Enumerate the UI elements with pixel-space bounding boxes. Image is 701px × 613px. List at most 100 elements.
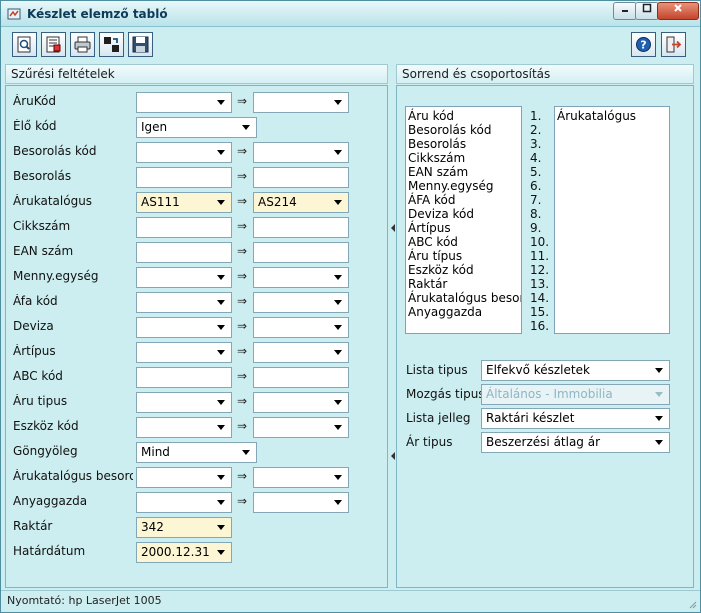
filter-afa-kod-to[interactable] [253, 292, 349, 313]
filter-cikkszam-from[interactable] [136, 217, 232, 238]
filter-abc-kod-to[interactable] [253, 367, 349, 388]
filter-menny-egyseg-to[interactable] [253, 267, 349, 288]
filter-arukatalogus-to-value: AS214 [258, 195, 297, 209]
available-field-item[interactable]: Árukatalógus besorolás [408, 291, 521, 305]
resize-grip-icon[interactable] [687, 599, 697, 609]
filter-eszkoz-kod-from[interactable] [136, 417, 232, 438]
range-arrow-icon: ⇒ [237, 94, 248, 108]
filter-label-arukatalogus-besorolas: Árukatalógus besorolás [13, 469, 133, 483]
title-bar[interactable]: Készlet elemző tabló [1, 1, 700, 27]
available-field-item[interactable]: Eszköz kód [408, 263, 519, 277]
chevron-down-icon [655, 392, 663, 397]
minimize-button[interactable] [613, 2, 637, 20]
filter-artipus-to[interactable] [253, 342, 349, 363]
filter-menny-egyseg-from[interactable] [136, 267, 232, 288]
selected-field-item[interactable]: Árukatalógus [557, 109, 667, 123]
filter-label-anyaggazda: Anyaggazda [13, 494, 88, 508]
filter-aru-tipus-to[interactable] [253, 392, 349, 413]
filter-arukod-to[interactable] [253, 92, 349, 113]
preview-button[interactable] [12, 32, 37, 57]
available-field-item[interactable]: ABC kód [408, 235, 519, 249]
maximize-icon [642, 3, 652, 13]
filter-besorolas-from[interactable] [136, 167, 232, 188]
sort-number: 2. [530, 123, 542, 137]
filter-ean-szam-to[interactable] [253, 242, 349, 263]
available-field-item[interactable]: Áru kód [408, 109, 519, 123]
filter-eszkoz-kod-to[interactable] [253, 417, 349, 438]
filter-hatardatum-select[interactable]: 2000.12.31 [136, 542, 232, 563]
filter-abc-kod-from[interactable] [136, 367, 232, 388]
filter-arukatalogus-besorolas-from[interactable] [136, 467, 232, 488]
filter-deviza-from[interactable] [136, 317, 232, 338]
sort-number: 5. [530, 165, 542, 179]
filter-arukatalogus-from-value: AS111 [141, 195, 180, 209]
filter-label-artipus: Ártípus [13, 344, 56, 358]
option-lista-jelleg-value: Raktári készlet [486, 411, 575, 425]
option-mozgas-tipus-select: Általános - Immobilia [481, 384, 670, 405]
filter-besorolas-to[interactable] [253, 167, 349, 188]
range-arrow-icon: ⇒ [237, 369, 248, 383]
filter-besorolas-kod-from[interactable] [136, 142, 232, 163]
filter-label-afa-kod: Áfa kód [13, 294, 58, 308]
filter-cikkszam-to[interactable] [253, 217, 349, 238]
chevron-down-icon [334, 275, 342, 280]
export-button[interactable] [99, 32, 124, 57]
report-settings-button[interactable] [41, 32, 66, 57]
available-field-item[interactable]: Cikkszám [408, 151, 519, 165]
available-field-item[interactable]: Ártípus [408, 221, 519, 235]
selected-fields-list[interactable]: Árukatalógus [554, 106, 670, 334]
filter-anyaggazda-from[interactable] [136, 492, 232, 513]
chevron-down-icon [217, 500, 225, 505]
main-window: Készlet elemző tabló ? Szűrési feltétele… [0, 0, 701, 613]
maximize-button[interactable] [635, 2, 659, 20]
available-field-item[interactable]: Deviza kód [408, 207, 519, 221]
chevron-down-icon [217, 350, 225, 355]
filter-arukatalogus-to[interactable]: AS214 [253, 192, 349, 213]
exit-icon [666, 36, 682, 53]
filter-artipus-from[interactable] [136, 342, 232, 363]
available-field-item[interactable]: Raktár [408, 277, 519, 291]
filter-elo-kod-select[interactable]: Igen [136, 117, 257, 138]
option-label-mozgas-tipus: Mozgás tipus [406, 387, 485, 401]
sort-number: 15. [530, 305, 550, 319]
close-button[interactable] [657, 2, 699, 20]
filter-arukod-from[interactable] [136, 92, 232, 113]
filter-anyaggazda-to[interactable] [253, 492, 349, 513]
available-field-item[interactable]: Áru típus [408, 249, 519, 263]
option-lista-jelleg-select[interactable]: Raktári készlet [481, 408, 670, 429]
available-field-item[interactable]: Anyaggazda [408, 305, 519, 319]
option-ar-tipus-select[interactable]: Beszerzési átlag ár [481, 432, 670, 453]
filter-arukatalogus-besorolas-to[interactable] [253, 467, 349, 488]
filter-gongyoleg-select[interactable]: Mind [136, 442, 257, 463]
range-arrow-icon: ⇒ [237, 319, 248, 333]
option-mozgas-tipus-value: Általános - Immobilia [486, 387, 613, 401]
sort-number: 3. [530, 137, 542, 151]
sort-number: 16. [530, 319, 550, 333]
preview-icon [17, 36, 31, 53]
print-button[interactable] [70, 32, 95, 57]
available-field-item[interactable]: Besorolás [408, 137, 519, 151]
sort-number: 14. [530, 291, 550, 305]
filter-ean-szam-from[interactable] [136, 242, 232, 263]
filter-besorolas-kod-to[interactable] [253, 142, 349, 163]
available-field-item[interactable]: Besorolás kód [408, 123, 519, 137]
filter-afa-kod-from[interactable] [136, 292, 232, 313]
filter-label-aru-tipus: Áru tipus [13, 394, 68, 408]
available-fields-list[interactable]: Áru kód Besorolás kód Besorolás Cikkszám EAN… [405, 106, 522, 334]
report-settings-icon [46, 36, 61, 53]
option-lista-tipus-select[interactable]: Elfekvő készletek [481, 360, 670, 381]
available-field-item[interactable]: Menny.egység [408, 179, 519, 193]
filter-aru-tipus-from[interactable] [136, 392, 232, 413]
filter-deviza-to[interactable] [253, 317, 349, 338]
exit-button[interactable] [661, 32, 686, 57]
filter-arukatalogus-from[interactable]: AS111 [136, 192, 232, 213]
chevron-down-icon [217, 550, 225, 555]
help-button[interactable]: ? [631, 32, 656, 57]
range-arrow-icon: ⇒ [237, 394, 248, 408]
available-field-item[interactable]: EAN szám [408, 165, 519, 179]
available-field-item[interactable]: ÁFA kód [408, 193, 519, 207]
chevron-down-icon [217, 400, 225, 405]
filter-label-raktar: Raktár [13, 519, 53, 533]
filter-raktar-select[interactable]: 342 [136, 517, 232, 538]
save-button[interactable] [128, 32, 153, 57]
